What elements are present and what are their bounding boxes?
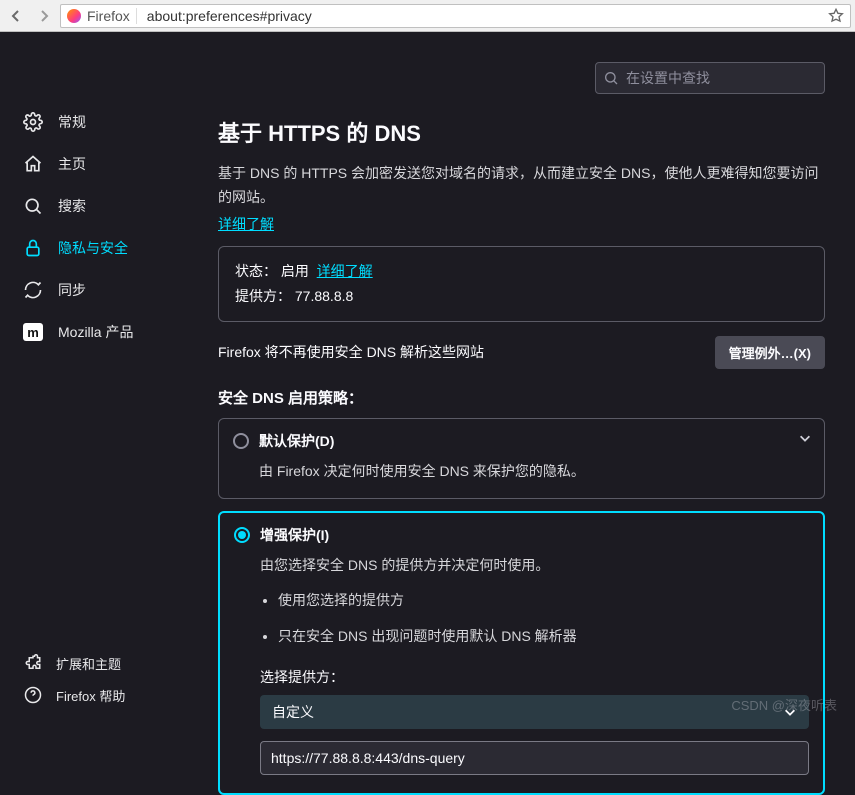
policy-default-card[interactable]: 默认保护(D) 由 Firefox 决定何时使用安全 DNS 来保护您的隐私。 xyxy=(218,418,825,499)
policy-default-title: 默认保护(D) xyxy=(259,431,334,451)
help-icon xyxy=(22,686,44,704)
back-button[interactable] xyxy=(4,4,28,28)
sidebar-item-help[interactable]: Firefox 帮助 xyxy=(18,680,210,710)
policy-enhanced-title: 增强保护(I) xyxy=(260,525,329,545)
sidebar-item-extensions[interactable]: 扩展和主题 xyxy=(18,648,210,678)
sidebar-item-label: 同步 xyxy=(58,280,86,300)
firefox-icon xyxy=(67,9,81,23)
forward-button[interactable] xyxy=(32,4,56,28)
policy-default-desc: 由 Firefox 决定何时使用安全 DNS 来保护您的隐私。 xyxy=(259,459,810,484)
sidebar-item-label: Firefox 帮助 xyxy=(56,686,125,705)
settings-content: 基于 HTTPS 的 DNS 基于 DNS 的 HTTPS 会加密发送您对域名的… xyxy=(210,32,855,724)
policy-enhanced-desc: 由您选择安全 DNS 的提供方并决定何时使用。 xyxy=(260,553,809,578)
dns-status-box: 状态： 启用 详细了解 提供方： 77.88.8.8 xyxy=(218,246,825,322)
radio-default[interactable] xyxy=(233,433,249,449)
select-provider-label: 选择提供方： xyxy=(260,667,809,687)
search-icon xyxy=(603,70,619,86)
settings-sidebar: 常规 主页 搜索 隐私与安全 xyxy=(0,32,210,724)
exception-note: Firefox 将不再使用安全 DNS 解析这些网站 xyxy=(218,342,484,362)
policy-enhanced-bullet: 使用您选择的提供方 xyxy=(278,588,809,613)
lock-icon xyxy=(22,238,44,258)
sidebar-item-label: 主页 xyxy=(58,154,86,174)
sidebar-item-general[interactable]: 常规 xyxy=(18,102,210,142)
url-bar[interactable]: Firefox about:preferences#privacy xyxy=(60,4,851,28)
urlbar-url: about:preferences#privacy xyxy=(147,8,822,24)
provider-label: 提供方： xyxy=(235,288,291,304)
sidebar-item-home[interactable]: 主页 xyxy=(18,144,210,184)
puzzle-icon xyxy=(22,654,44,672)
policy-enhanced-bullet: 只在安全 DNS 出现问题时使用默认 DNS 解析器 xyxy=(278,624,809,649)
status-label: 状态： xyxy=(235,263,277,279)
sidebar-item-sync[interactable]: 同步 xyxy=(18,270,210,310)
provider-value: 77.88.8.8 xyxy=(295,288,353,304)
settings-search-wrap xyxy=(595,62,825,94)
provider-selected-option: 自定义 xyxy=(272,702,314,722)
radio-enhanced[interactable] xyxy=(234,527,250,543)
sidebar-item-mozilla[interactable]: m Mozilla 产品 xyxy=(18,312,210,352)
status-value: 启用 xyxy=(281,263,309,279)
browser-toolbar: Firefox about:preferences#privacy xyxy=(0,0,855,32)
urlbar-browser-label: Firefox xyxy=(87,8,137,24)
home-icon xyxy=(22,154,44,174)
sidebar-item-search[interactable]: 搜索 xyxy=(18,186,210,226)
settings-search-input[interactable] xyxy=(595,62,825,94)
sidebar-item-label: 搜索 xyxy=(58,196,86,216)
sidebar-item-label: 常规 xyxy=(58,112,86,132)
section-description: 基于 DNS 的 HTTPS 会加密发送您对域名的请求，从而建立安全 DNS，使… xyxy=(218,162,825,210)
policy-heading: 安全 DNS 启用策略： xyxy=(218,387,825,408)
sidebar-item-label: 扩展和主题 xyxy=(56,654,121,673)
status-learn-more-link[interactable]: 详细了解 xyxy=(317,263,373,279)
learn-more-link[interactable]: 详细了解 xyxy=(218,216,274,232)
chevron-down-icon xyxy=(798,431,812,445)
sidebar-item-label: 隐私与安全 xyxy=(58,238,128,258)
mozilla-icon: m xyxy=(22,323,44,341)
manage-exceptions-button[interactable]: 管理例外…(X) xyxy=(715,336,825,369)
custom-dns-url-input[interactable] xyxy=(260,741,809,775)
bookmark-star-icon[interactable] xyxy=(828,8,844,24)
gear-icon xyxy=(22,112,44,132)
watermark: CSDN @深夜听表 xyxy=(731,695,837,714)
sidebar-item-label: Mozilla 产品 xyxy=(58,322,133,342)
sidebar-item-privacy[interactable]: 隐私与安全 xyxy=(18,228,210,268)
search-icon xyxy=(22,196,44,216)
sync-icon xyxy=(22,280,44,300)
policy-enhanced-card[interactable]: 增强保护(I) 由您选择安全 DNS 的提供方并决定何时使用。 使用您选择的提供… xyxy=(218,511,825,795)
